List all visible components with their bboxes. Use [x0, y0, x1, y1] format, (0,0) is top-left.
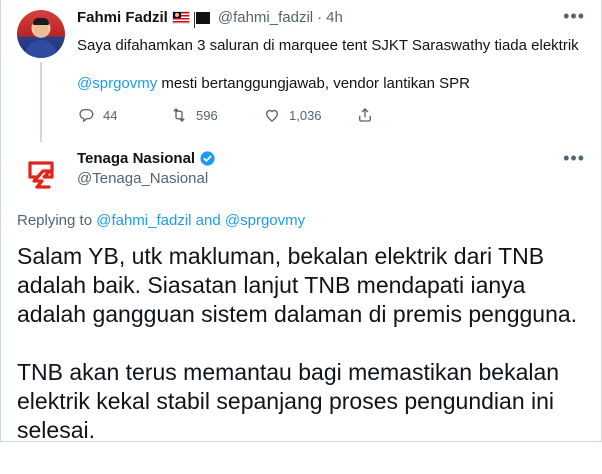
tweet2-paragraph-1: Salam YB, utk makluman, bekalan elektrik…: [17, 243, 578, 327]
more-options-icon[interactable]: •••: [563, 148, 585, 169]
tweet1-text-rest: mesti bertanggungjawab, vendor lantikan …: [157, 75, 470, 92]
tweet2-header: Tenaga Nasional @Tenaga_Nasional: [77, 150, 216, 187]
replying-and: and: [191, 212, 225, 229]
tweet2-body: Salam YB, utk makluman, bekalan elektrik…: [17, 242, 595, 474]
reply-button[interactable]: 44: [77, 106, 170, 124]
mention-link[interactable]: @fahmi_fadzil: [96, 212, 191, 229]
retweet-count: 596: [196, 107, 218, 123]
like-button[interactable]: 1,036: [263, 106, 356, 124]
tnb-logo-icon: [28, 161, 54, 189]
avatar-tnb-logo[interactable]: [17, 150, 65, 198]
author-name-row: Tenaga Nasional: [77, 150, 216, 167]
tweet1-header: Fahmi Fadzil @fahmi_fadzil · 4h: [77, 9, 343, 28]
share-icon: [359, 108, 371, 122]
reply-count: 44: [103, 107, 118, 123]
malaysia-flag-icon: [171, 11, 190, 24]
tweet-thread: Fahmi Fadzil @fahmi_fadzil · 4h ••• Saya…: [0, 0, 602, 443]
heart-icon: [266, 109, 278, 122]
more-options-icon[interactable]: •••: [563, 6, 585, 27]
tweet2-paragraph-2: TNB akan terus memantau bagi memastikan …: [17, 359, 560, 443]
black-flag-icon: [193, 11, 210, 28]
thread-connector: [40, 62, 42, 142]
like-count: 1,036: [289, 107, 322, 123]
mention-link[interactable]: @sprgovmy: [77, 75, 157, 92]
tweet1-actions: 44 596 1,036: [77, 106, 374, 124]
retweet-button[interactable]: 596: [170, 106, 263, 124]
retweet-icon: [173, 108, 185, 122]
tweet1-text-line1: Saya difahamkan 3 saluran di marquee ten…: [77, 37, 579, 54]
replying-prefix: Replying to: [17, 212, 97, 229]
share-button[interactable]: [356, 106, 374, 124]
author-handle[interactable]: @Tenaga_Nasional: [77, 170, 216, 187]
author-handle[interactable]: @fahmi_fadzil: [218, 9, 313, 26]
separator-dot: ·: [317, 9, 323, 26]
reply-icon: [79, 109, 94, 123]
mention-link[interactable]: @sprgovmy: [225, 212, 305, 229]
verified-badge-icon: [200, 151, 215, 166]
author-name[interactable]: Tenaga Nasional: [77, 150, 195, 167]
tweet1-text-line2: @sprgovmy mesti bertanggungjawab, vendor…: [77, 74, 470, 94]
replying-to: Replying to @fahmi_fadzil and @sprgovmy: [17, 212, 305, 229]
timestamp[interactable]: 4h: [326, 9, 343, 26]
author-name[interactable]: Fahmi Fadzil: [77, 9, 168, 26]
avatar-fahmi[interactable]: [17, 10, 65, 58]
